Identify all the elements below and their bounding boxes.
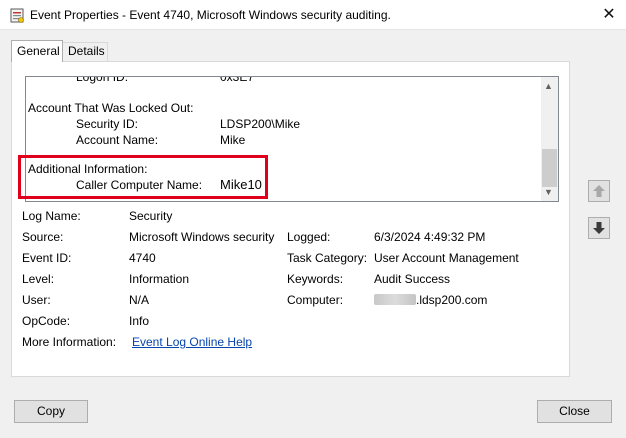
event-viewer-icon [10, 8, 24, 23]
logged-value: 6/3/2024 4:49:32 PM [374, 230, 486, 244]
tab-general[interactable]: General [11, 40, 63, 62]
log-name-label: Log Name: [22, 209, 81, 223]
computer-label: Computer: [287, 293, 344, 307]
computer-value: .ldsp200.com [374, 293, 487, 307]
computer-domain-suffix: .ldsp200.com [416, 293, 488, 307]
window-title: Event Properties - Event 4740, Microsoft… [30, 8, 391, 22]
source-label: Source: [22, 230, 64, 244]
arrow-up-icon [593, 185, 605, 197]
user-label: User: [22, 293, 51, 307]
desc-security-id-label: Security ID: [76, 117, 139, 131]
user-value: N/A [129, 293, 150, 307]
scroll-up-icon[interactable]: ▲ [544, 81, 553, 91]
log-name-value: Security [129, 209, 173, 223]
event-log-online-help-link[interactable]: Event Log Online Help [132, 335, 252, 349]
event-id-label: Event ID: [22, 251, 72, 265]
description-scrollbar[interactable]: ▲ ▼ [541, 77, 558, 201]
task-category-label: Task Category: [287, 251, 368, 265]
keywords-label: Keywords: [287, 272, 344, 286]
opcode-label: OpCode: [22, 314, 71, 328]
more-info-label: More Information: [22, 335, 117, 349]
close-button[interactable]: Close [537, 400, 612, 423]
opcode-value: Info [129, 314, 150, 328]
close-icon[interactable]: ✕ [598, 5, 620, 25]
level-value: Information [129, 272, 190, 286]
source-value: Microsoft Windows security [129, 230, 275, 244]
title-bar: Event Properties - Event 4740, Microsoft… [0, 0, 626, 30]
desc-security-id-value: LDSP200\Mike [220, 117, 301, 131]
level-label: Level: [22, 272, 55, 286]
desc-logon-id-value: 0x3E7 [220, 76, 255, 84]
general-tab-panel: Logon ID: 0x3E7 Account That Was Locked … [11, 61, 570, 377]
next-event-button[interactable] [588, 217, 610, 239]
desc-account-name-value: Mike [220, 133, 246, 147]
keywords-value: Audit Success [374, 272, 451, 286]
logged-label: Logged: [287, 230, 331, 244]
desc-locked-out-header: Account That Was Locked Out: [28, 101, 194, 115]
desc-account-name-label: Account Name: [76, 133, 159, 147]
event-id-value: 4740 [129, 251, 156, 265]
copy-button[interactable]: Copy [14, 400, 88, 423]
tab-details[interactable]: Details [63, 42, 108, 61]
scroll-down-icon[interactable]: ▼ [544, 187, 553, 197]
highlight-box [18, 155, 268, 199]
task-category-value: User Account Management [374, 251, 519, 265]
previous-event-button[interactable] [588, 180, 610, 202]
redacted-hostname [374, 294, 416, 305]
arrow-down-icon [593, 222, 605, 234]
scrollbar-thumb[interactable] [542, 149, 557, 187]
desc-logon-id-label: Logon ID: [76, 76, 129, 84]
